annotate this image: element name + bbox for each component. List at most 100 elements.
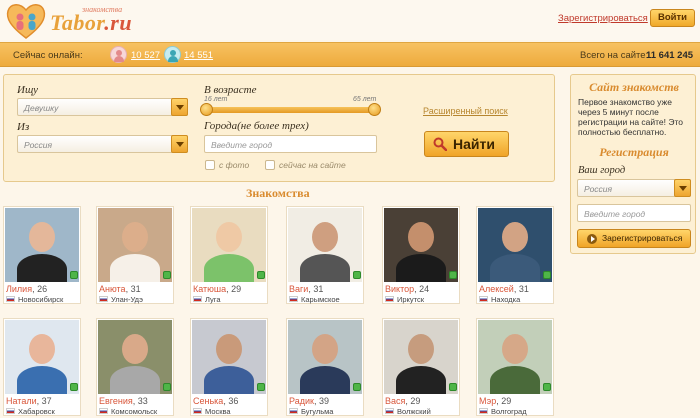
- profile-name[interactable]: Ваги: [289, 284, 308, 294]
- profile-city-line: Луга: [193, 295, 221, 304]
- age-label: В возрасте: [204, 84, 257, 96]
- profile-city-line: Находка: [479, 295, 520, 304]
- profile-name[interactable]: Вася: [385, 396, 405, 406]
- profile-name[interactable]: Катюша: [193, 284, 226, 294]
- profile-city: Карымское: [301, 295, 340, 304]
- register-link[interactable]: Зарегистрироваться: [558, 13, 648, 24]
- profile-photo[interactable]: [478, 208, 552, 282]
- site-logo[interactable]: знакомства Tabor.ru: [4, 2, 144, 39]
- chevron-down-icon: [171, 98, 188, 116]
- profile-name[interactable]: Натали: [6, 396, 37, 406]
- profile-city: Хабаровск: [18, 407, 55, 416]
- profile-photo[interactable]: [384, 320, 458, 394]
- profile-photo[interactable]: [98, 208, 172, 282]
- profile-age: , 29: [405, 396, 421, 406]
- seek-select[interactable]: Девушку: [17, 98, 188, 116]
- country-select[interactable]: Россия: [17, 135, 188, 153]
- profile-photo[interactable]: [478, 320, 552, 394]
- profile-photo[interactable]: [98, 320, 172, 394]
- profile-card[interactable]: Ваги, 31 Карымское: [286, 206, 364, 304]
- advanced-search-link[interactable]: Расширенный поиск: [423, 106, 508, 116]
- age-slider-max-handle[interactable]: [368, 103, 381, 116]
- profile-age: , 29: [496, 396, 512, 406]
- login-button[interactable]: Войти: [650, 9, 695, 27]
- profile-card[interactable]: Евгения, 33 Комсомольск: [96, 318, 174, 416]
- profile-card[interactable]: Вася, 29 Волжский: [382, 318, 460, 416]
- search-icon: [433, 137, 447, 151]
- online-bar: Сейчас онлайн: 10 527 14 551 Всего на са…: [0, 42, 700, 67]
- signup-country-select[interactable]: Россия: [577, 179, 691, 197]
- seek-label: Ищу: [17, 84, 38, 96]
- men-online-count[interactable]: 14 551: [184, 50, 213, 61]
- female-user-icon: [110, 46, 127, 63]
- profile-card[interactable]: Натали, 37 Хабаровск: [3, 318, 81, 416]
- your-city-label: Ваш город: [578, 165, 626, 176]
- profile-card[interactable]: Радик, 39 Бугульма: [286, 318, 364, 416]
- age-slider-min-handle[interactable]: [200, 103, 213, 116]
- signup-register-button[interactable]: Зарегистрироваться: [577, 229, 691, 248]
- profile-name-line: Радик, 39: [289, 396, 329, 406]
- profile-name-line: Катюша, 29: [193, 284, 241, 294]
- profile-photo[interactable]: [5, 320, 79, 394]
- profile-card[interactable]: Катюша, 29 Луга: [190, 206, 268, 304]
- profile-name[interactable]: Радик: [289, 396, 314, 406]
- profile-name[interactable]: Анюта: [99, 284, 126, 294]
- age-slider-track[interactable]: [203, 107, 378, 113]
- signup-register-label: Зарегистрироваться: [602, 233, 683, 243]
- total-value: 11 641 245: [646, 50, 694, 61]
- profile-name[interactable]: Алексей: [479, 284, 514, 294]
- profile-name[interactable]: Мэр: [479, 396, 496, 406]
- profile-age: , 31: [513, 284, 529, 294]
- profile-card[interactable]: Алексей, 31 Находка: [476, 206, 554, 304]
- profile-photo[interactable]: [5, 208, 79, 282]
- find-button[interactable]: Найти: [424, 131, 509, 157]
- profile-name-line: Натали, 37: [6, 396, 52, 406]
- profile-card[interactable]: Сенька, 36 Москва: [190, 318, 268, 416]
- russia-flag-icon: [193, 296, 202, 302]
- logo-text: Tabor.ru: [50, 10, 132, 36]
- russia-flag-icon: [385, 296, 394, 302]
- profile-city: Иркутск: [397, 295, 425, 304]
- profile-card[interactable]: Виктор, 24 Иркутск: [382, 206, 460, 304]
- profile-city-line: Бугульма: [289, 407, 333, 416]
- country-value: Россия: [24, 140, 53, 150]
- profile-city: Комсомольск: [111, 407, 158, 416]
- profile-card[interactable]: Лилия, 26 Новосибирск: [3, 206, 81, 304]
- male-user-icon: [164, 46, 181, 63]
- profile-name-line: Лилия, 26: [6, 284, 47, 294]
- women-online-count[interactable]: 10 527: [131, 50, 160, 61]
- profile-photo[interactable]: [384, 208, 458, 282]
- profile-card[interactable]: Мэр, 29 Волгоград: [476, 318, 554, 416]
- profile-age: , 24: [414, 284, 430, 294]
- profile-photo[interactable]: [288, 320, 362, 394]
- heart-logo-icon: [6, 4, 46, 39]
- online-status-icon: [70, 383, 78, 391]
- with-photo-checkbox[interactable]: [205, 160, 215, 170]
- profile-city: Улан-Удэ: [111, 295, 143, 304]
- online-status-icon: [449, 383, 457, 391]
- city-input[interactable]: Введите город: [204, 135, 377, 153]
- profile-city-line: Хабаровск: [6, 407, 55, 416]
- profile-photo[interactable]: [288, 208, 362, 282]
- from-label: Из: [17, 121, 30, 133]
- russia-flag-icon: [289, 408, 298, 414]
- profile-photo[interactable]: [192, 208, 266, 282]
- online-now-checkbox[interactable]: [265, 160, 275, 170]
- seek-value: Девушку: [24, 103, 59, 113]
- profile-name-line: Сенька, 36: [193, 396, 238, 406]
- logo-name: Tabor: [50, 10, 105, 35]
- profile-name[interactable]: Евгения: [99, 396, 133, 406]
- russia-flag-icon: [479, 296, 488, 302]
- age-max-label: 65 лет: [353, 96, 377, 103]
- profile-name[interactable]: Сенька: [193, 396, 223, 406]
- section-title: Знакомства: [246, 186, 310, 200]
- profile-city: Новосибирск: [18, 295, 64, 304]
- signup-city-input[interactable]: Введите город: [577, 204, 691, 222]
- profile-photo[interactable]: [192, 320, 266, 394]
- profile-name-line: Ваги, 31: [289, 284, 323, 294]
- profile-name[interactable]: Лилия: [6, 284, 32, 294]
- profile-card[interactable]: Анюта, 31 Улан-Удэ: [96, 206, 174, 304]
- profile-city: Бугульма: [301, 407, 334, 416]
- profile-city-line: Новосибирск: [6, 295, 63, 304]
- profile-name[interactable]: Виктор: [385, 284, 414, 294]
